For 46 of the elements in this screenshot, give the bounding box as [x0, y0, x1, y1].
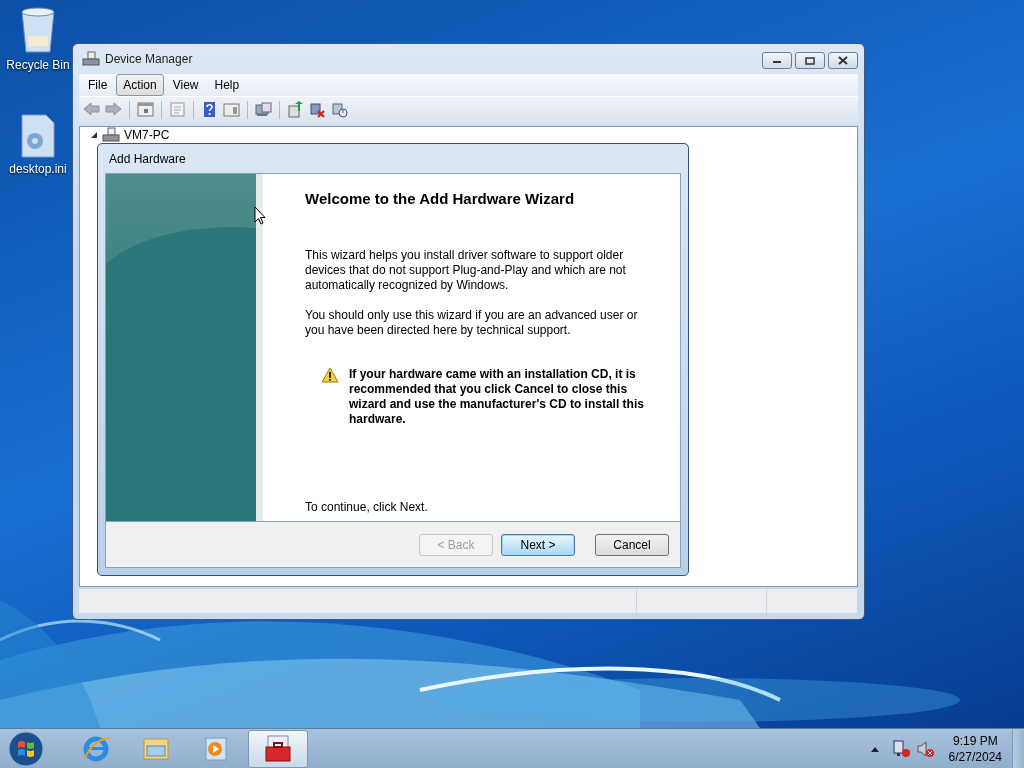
next-button[interactable]: Next >	[501, 533, 575, 556]
recycle-bin-icon	[18, 6, 58, 54]
panel-icon[interactable]	[136, 101, 155, 118]
menu-item[interactable]: Action	[116, 74, 164, 96]
computer-icon	[102, 127, 120, 143]
panel-icon[interactable]	[222, 101, 241, 118]
close-button[interactable]	[828, 52, 858, 69]
expanded-arrow-icon[interactable]	[90, 131, 98, 139]
clock[interactable]: 9:19 PM 6/27/2024	[948, 732, 1002, 765]
menu-item[interactable]: View	[165, 74, 206, 96]
computer-scan-icon[interactable]	[254, 101, 273, 118]
desktop-icon-label[interactable]: desktop.ini	[9, 160, 67, 178]
uninstall-icon[interactable]	[308, 101, 327, 118]
show-desktop-button[interactable]	[1012, 728, 1024, 768]
show-hidden-icons-arrow-icon[interactable]	[870, 745, 879, 752]
cursor-icon	[254, 206, 266, 225]
taskbar-button[interactable]	[248, 729, 308, 768]
toolbox-icon	[263, 733, 293, 764]
menu-item[interactable]: Help	[207, 74, 247, 96]
maximize-button[interactable]	[795, 52, 825, 69]
device-manager-icon	[82, 51, 100, 67]
network-icon[interactable]	[892, 739, 911, 758]
desktop-icon-label[interactable]: Recycle Bin	[6, 56, 70, 74]
minimize-button[interactable]	[762, 52, 792, 69]
forward-arrow-icon[interactable]	[104, 101, 123, 118]
warning-icon	[321, 367, 339, 383]
maximize-icon	[805, 56, 815, 65]
tree-item[interactable]: VM7-PC	[124, 128, 170, 142]
wizard-heading: Welcome to the Add Hardware Wizard	[305, 190, 576, 208]
muted-volume-icon[interactable]	[916, 739, 935, 758]
cancel-button[interactable]: Cancel	[595, 533, 669, 556]
dialog-title: Add Hardware	[108, 150, 187, 168]
start-button[interactable]	[6, 729, 46, 768]
close-icon	[838, 56, 848, 65]
settings-file-icon	[20, 114, 56, 158]
menu-item[interactable]: File	[81, 74, 115, 96]
paragraph: You should only use this wizard if you are an advanced user or you have been directed here by technical support.	[305, 308, 639, 338]
back-arrow-icon[interactable]	[82, 101, 101, 118]
update-driver-icon[interactable]	[286, 101, 305, 118]
paragraph: To continue, click Next.	[305, 500, 429, 515]
clock-time: 9:19 PM	[952, 732, 998, 749]
clock-date: 6/27/2024	[948, 748, 1002, 765]
warning-text: If your hardware came with an installation CD, it is recommended that you click Cancel to close this wizard and use the manufacturer's CD to install this hardware.	[349, 367, 645, 427]
paragraph: This wizard helps you install driver software to support older devices that do not support Plug-and-Play and which are not automatically recognized by Windows.	[305, 248, 627, 293]
disable-device-icon[interactable]	[330, 101, 349, 118]
window-title: Device Manager	[105, 51, 193, 68]
